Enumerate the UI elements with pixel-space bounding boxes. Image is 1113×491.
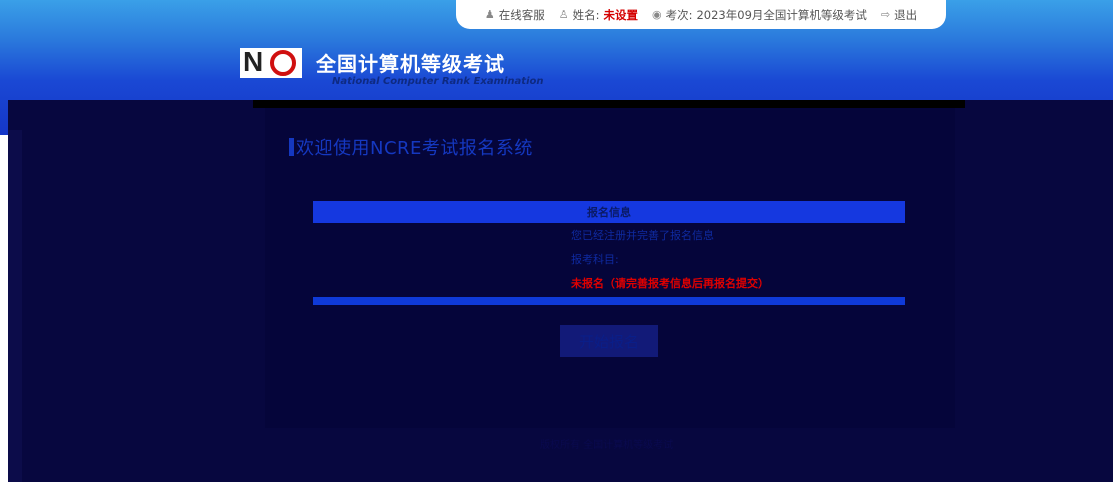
exam-label: 考次:	[665, 7, 693, 22]
exam-session-item: ◉ 考次: 2023年09月全国计算机等级考试	[652, 7, 867, 23]
registration-status-row: 未报名（请完善报考信息后再报名提交）	[571, 277, 769, 290]
welcome-title: 欢迎使用NCRE考试报名系统	[289, 134, 533, 160]
table-row: 您已经注册并完善了报名信息	[571, 229, 714, 242]
content-top-strip	[253, 100, 965, 108]
top-bar: ♟ 在线客服 ♙ 姓名: 未设置 ◉ 考次: 2023年09月全国计算机等级考试…	[456, 0, 946, 29]
name-label: 姓名:	[572, 7, 600, 22]
footer-copyright: 版权所有 全国计算机等级考试	[540, 440, 674, 451]
ncre-logo-icon: N	[240, 46, 302, 78]
logout-link[interactable]: ⇨ 退出	[881, 7, 917, 23]
logo-circle-icon	[270, 50, 296, 76]
user-name-item: ♙ 姓名: 未设置	[559, 7, 638, 23]
online-service-label: 在线客服	[498, 7, 545, 22]
logo-title: 全国计算机等级考试	[316, 52, 505, 76]
welcome-title-text: 欢迎使用NCRE考试报名系统	[296, 138, 533, 159]
exam-value: 2023年09月全国计算机等级考试	[696, 7, 867, 22]
exam-icon: ◉	[652, 8, 662, 21]
registration-info-table: 报名信息 您已经注册并完善了报名信息 报考科目: 未报名（请完善报考信息后再报名…	[313, 201, 905, 307]
service-person-icon: ♟	[484, 8, 495, 21]
table-header: 报名信息	[313, 201, 905, 223]
overlay-left-edge	[8, 130, 22, 482]
site-logo: N 全国计算机等级考试 National Computer Rank Exami…	[240, 46, 580, 90]
title-accent-bar	[289, 138, 294, 156]
user-icon: ♙	[558, 8, 569, 21]
table-footer-bar	[313, 297, 905, 305]
logout-label: 退出	[894, 7, 918, 22]
name-value: 未设置	[603, 7, 639, 22]
table-row: 报考科目:	[571, 253, 619, 266]
online-service-link[interactable]: ♟ 在线客服	[485, 7, 545, 23]
start-registration-button[interactable]: 开始报名	[560, 325, 658, 357]
logout-icon: ⇨	[880, 8, 891, 21]
logo-subtitle: National Computer Rank Examination	[332, 76, 544, 87]
logo-mark-letter: N	[243, 46, 264, 77]
